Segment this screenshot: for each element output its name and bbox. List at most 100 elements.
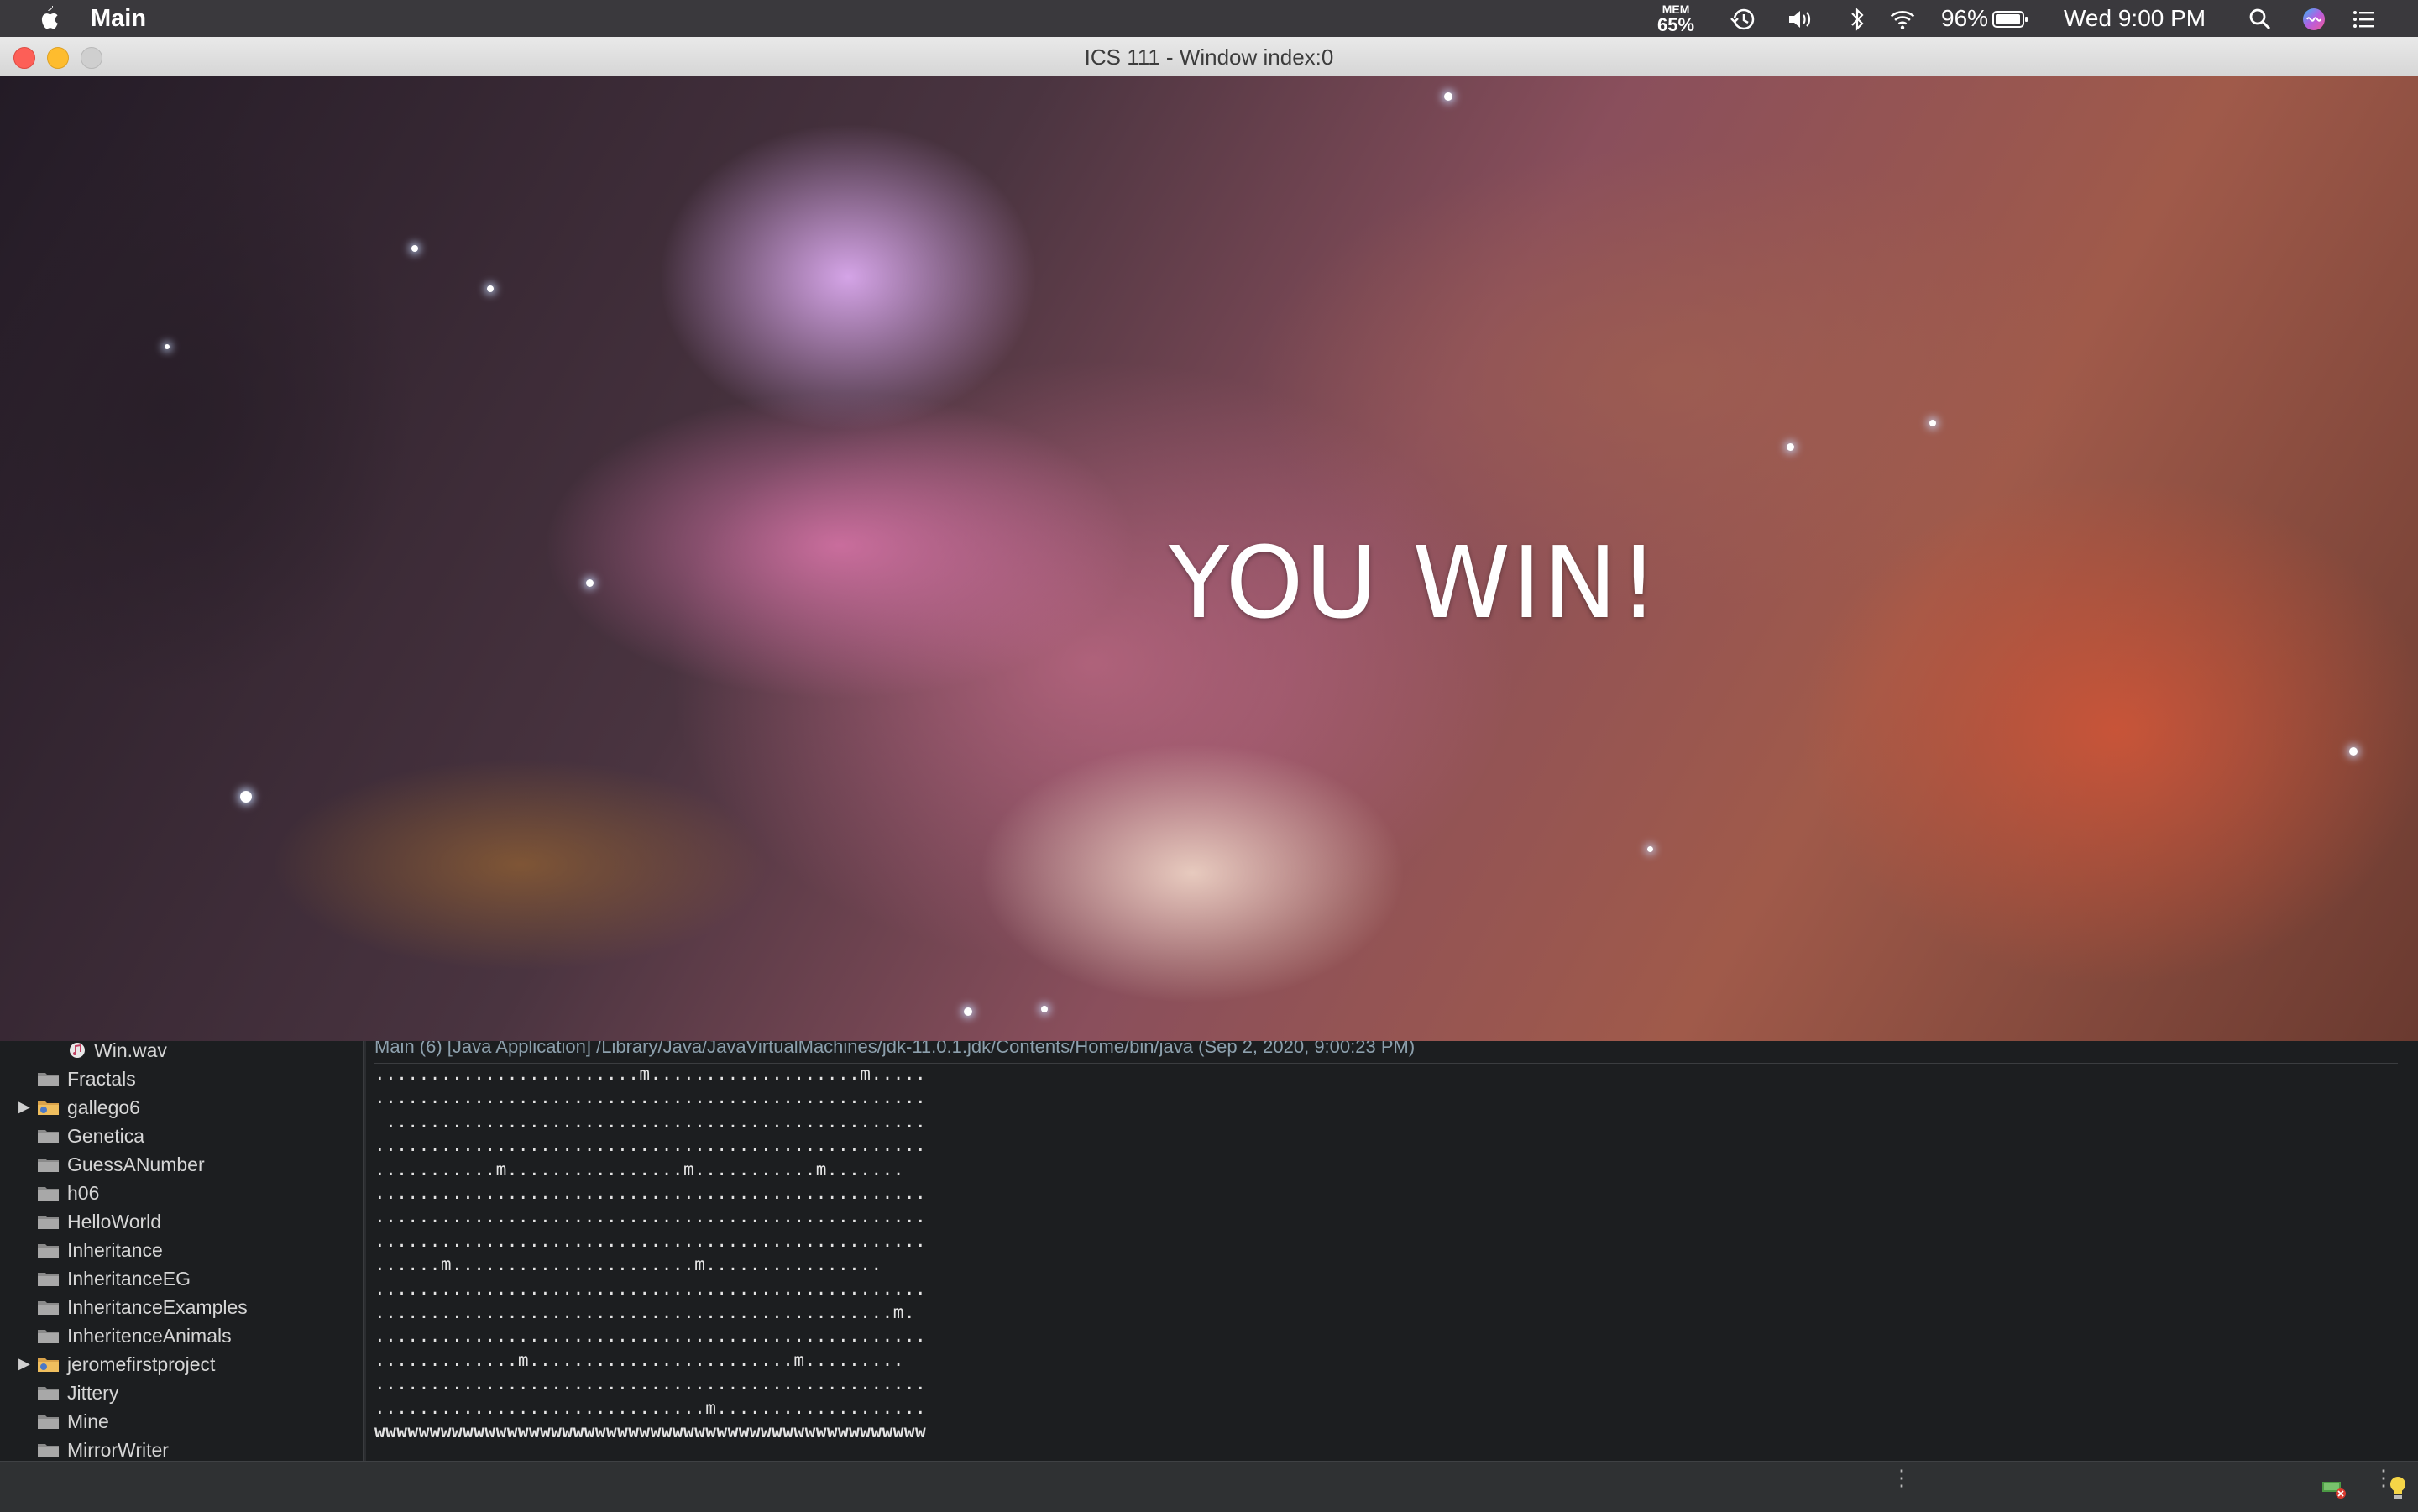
- star: [1787, 443, 1794, 451]
- folder-icon: [38, 1216, 59, 1229]
- console-header: Main (6) [Java Application] /Library/Jav…: [374, 1041, 2398, 1064]
- expand-arrow-icon[interactable]: ▶: [18, 1098, 30, 1116]
- console-line: ........................................…: [374, 1135, 927, 1156]
- star: [487, 285, 494, 292]
- package-explorer[interactable]: Win.wav Fractals ▶ gallego6 Genetica GuessANu…: [0, 1041, 364, 1461]
- explorer-item[interactable]: Mine: [0, 1407, 363, 1436]
- explorer-item-label: InheritenceAnimals: [67, 1325, 232, 1347]
- star: [586, 579, 594, 587]
- ide-panel: Win.wav Fractals ▶ gallego6 Genetica GuessANu…: [0, 1041, 2418, 1461]
- explorer-item[interactable]: InheritanceEG: [0, 1264, 363, 1293]
- explorer-item-label: GuessANumber: [67, 1154, 205, 1175]
- status-bar: ⋮ ⋮: [0, 1461, 2418, 1512]
- notification-center-icon[interactable]: [2351, 7, 2378, 32]
- explorer-item[interactable]: HelloWorld: [0, 1207, 363, 1236]
- console-line: wwwwwwwwwwwwwwwwwwwwwwwwwwwwwwwwwwwwwwww…: [374, 1421, 927, 1442]
- explorer-item[interactable]: MirrorWriter: [0, 1436, 363, 1461]
- console-line: ........................................…: [374, 1278, 927, 1299]
- explorer-item[interactable]: Fractals: [0, 1065, 363, 1093]
- explorer-item[interactable]: Genetica: [0, 1122, 363, 1150]
- expand-arrow-icon[interactable]: ▶: [18, 1355, 30, 1373]
- explorer-item[interactable]: InheritanceExamples: [0, 1293, 363, 1321]
- tip-lightbulb-icon[interactable]: [2388, 1475, 2408, 1502]
- folder-icon: [38, 1444, 59, 1457]
- folder-icon: [38, 1159, 59, 1172]
- star: [1647, 846, 1653, 852]
- explorer-item-label: jeromefirstproject: [67, 1353, 216, 1375]
- folder-icon: [38, 1387, 59, 1400]
- star: [964, 1007, 972, 1016]
- console-line: ........................m...............…: [374, 1064, 927, 1084]
- console-line: ...........m................m...........…: [374, 1159, 904, 1180]
- wifi-icon[interactable]: [1889, 7, 1916, 32]
- star: [240, 791, 252, 803]
- explorer-item-label: HelloWorld: [67, 1211, 162, 1232]
- folder-icon: [38, 1415, 59, 1429]
- explorer-item-label: InheritanceExamples: [67, 1296, 248, 1318]
- explorer-item[interactable]: h06: [0, 1179, 363, 1207]
- memory-status[interactable]: MEM 65%: [1657, 3, 1694, 34]
- explorer-item-label: h06: [67, 1182, 100, 1204]
- folder-icon: [38, 1073, 59, 1086]
- clock[interactable]: Wed 9:00 PM: [2064, 5, 2206, 32]
- console-line: ......m......................m..........…: [374, 1254, 882, 1275]
- audio-file-icon: [70, 1043, 85, 1058]
- explorer-item-label: Win.wav: [94, 1041, 167, 1061]
- java-project-icon: [38, 1101, 59, 1115]
- explorer-item[interactable]: GuessANumber: [0, 1150, 363, 1179]
- window-title: ICS 111 - Window index:0: [1084, 44, 1334, 70]
- win-message: YOU WIN!: [1169, 525, 1661, 641]
- console-line: ........................................…: [374, 1373, 927, 1394]
- explorer-item-label: InheritanceEG: [67, 1268, 191, 1290]
- console-line: .............m........................m.…: [374, 1349, 904, 1370]
- battery-percent[interactable]: 96%: [1941, 5, 1988, 32]
- time-machine-icon[interactable]: [1730, 7, 1756, 32]
- star: [165, 344, 170, 349]
- explorer-item[interactable]: InheritenceAnimals: [0, 1321, 363, 1350]
- game-canvas[interactable]: YOU WIN!: [0, 76, 2418, 1041]
- java-project-icon: [38, 1358, 59, 1372]
- console-view[interactable]: Main (6) [Java Application] /Library/Jav…: [366, 1041, 2418, 1461]
- explorer-item[interactable]: Jittery: [0, 1379, 363, 1407]
- console-line: ........................................…: [374, 1183, 927, 1204]
- battery-icon[interactable]: [1991, 7, 2028, 32]
- explorer-item[interactable]: Win.wav: [0, 1041, 363, 1065]
- explorer-item-label: Mine: [67, 1410, 109, 1432]
- folder-icon: [38, 1244, 59, 1258]
- star: [1041, 1006, 1048, 1012]
- folder-icon: [38, 1301, 59, 1315]
- explorer-item[interactable]: ▶ jeromefirstproject: [0, 1350, 363, 1379]
- console-line: ........................................…: [374, 1326, 927, 1347]
- siri-icon[interactable]: [2300, 7, 2327, 32]
- explorer-item[interactable]: ▶ gallego6: [0, 1093, 363, 1122]
- menu-bar: Main MEM 65% 96% Wed 9:00 PM: [0, 0, 2418, 37]
- explorer-item-label: MirrorWriter: [67, 1439, 169, 1461]
- memory-value: 65%: [1657, 14, 1695, 35]
- console-line: ........................................…: [374, 1087, 927, 1108]
- console-line: ........................................…: [374, 1230, 927, 1251]
- star: [411, 245, 418, 252]
- bluetooth-icon[interactable]: [1844, 7, 1871, 32]
- star: [1444, 92, 1452, 101]
- app-menu-title[interactable]: Main: [91, 5, 146, 33]
- spotlight-search-icon[interactable]: [2247, 7, 2274, 32]
- console-line: ........................................…: [374, 1206, 927, 1227]
- explorer-item-label: Inheritance: [67, 1239, 163, 1261]
- folder-icon: [38, 1130, 59, 1143]
- folder-icon: [38, 1187, 59, 1201]
- star: [2349, 747, 2358, 756]
- folder-icon: [38, 1273, 59, 1286]
- explorer-item-label: gallego6: [67, 1096, 140, 1118]
- explorer-item-label: Jittery: [67, 1382, 119, 1404]
- console-output[interactable]: ........................m...............…: [374, 1062, 926, 1444]
- explorer-item[interactable]: Inheritance: [0, 1236, 363, 1264]
- window-title-bar[interactable]: ICS 111 - Window index:0: [0, 37, 2418, 76]
- status-bar-handle-icon[interactable]: ⋮: [1891, 1467, 1913, 1488]
- console-line: ........................................…: [374, 1111, 927, 1132]
- error-indicator-icon[interactable]: [2321, 1477, 2347, 1500]
- apple-menu-icon[interactable]: [34, 3, 60, 34]
- explorer-item-label: Genetica: [67, 1125, 145, 1147]
- console-line: ..............................m.........…: [374, 1397, 927, 1418]
- console-line: ........................................…: [374, 1302, 916, 1323]
- volume-icon[interactable]: [1787, 7, 1814, 32]
